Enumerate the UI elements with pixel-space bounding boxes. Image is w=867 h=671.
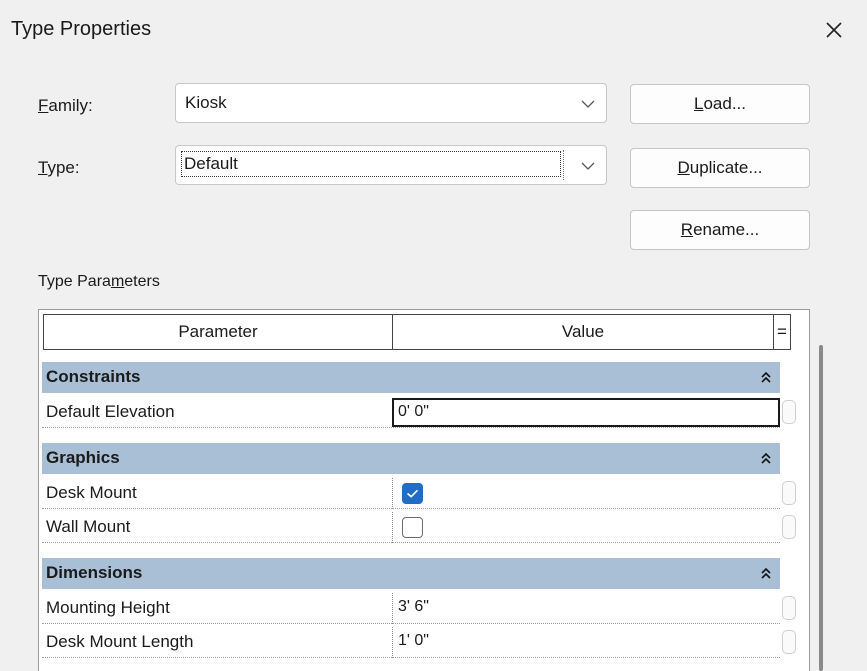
param-row-mounting-height[interactable]: Mounting Height 3' 6" — [42, 593, 796, 624]
column-divider — [392, 512, 393, 543]
param-value: 0' 0" — [398, 403, 429, 420]
duplicate-button[interactable]: Duplicate... — [630, 148, 810, 188]
rename-label: ename... — [693, 220, 760, 239]
param-row-default-elevation[interactable]: Default Elevation 0' 0" — [42, 397, 796, 428]
collapse-icon[interactable] — [757, 564, 775, 582]
section-label-pre: Type Para — [38, 273, 111, 290]
family-label-mnemonic: F — [38, 96, 49, 115]
type-value: Default — [181, 151, 561, 177]
column-divider — [392, 627, 393, 658]
group-name: Graphics — [46, 448, 120, 467]
chevron-down-icon — [581, 162, 595, 170]
load-mnemonic: L — [693, 94, 704, 113]
collapse-icon[interactable] — [757, 449, 775, 467]
dialog-title: Type Properties — [11, 18, 152, 40]
group-name: Dimensions — [46, 563, 143, 582]
associate-parameter-button[interactable] — [782, 630, 796, 654]
param-value[interactable]: 3' 6" — [398, 598, 429, 616]
vertical-scrollbar[interactable] — [819, 345, 823, 671]
type-dropdown[interactable]: Default — [175, 145, 607, 185]
param-name: Desk Mount Length — [46, 632, 194, 651]
group-header-dimensions[interactable]: Dimensions — [42, 558, 780, 589]
type-label: Type: — [38, 158, 80, 178]
checkmark-icon — [406, 489, 419, 498]
rename-mnemonic: R — [680, 220, 694, 239]
type-label-text: ype: — [47, 158, 80, 177]
type-parameters-label: Type Parameters — [38, 273, 160, 291]
group-header-graphics[interactable]: Graphics — [42, 443, 780, 474]
wall-mount-checkbox[interactable] — [402, 517, 423, 538]
duplicate-mnemonic: D — [677, 158, 690, 177]
section-label-post: eters — [124, 273, 160, 290]
value-edit-field[interactable]: 0' 0" — [392, 398, 780, 427]
param-name: Wall Mount — [46, 517, 131, 536]
param-name: Mounting Height — [46, 598, 170, 617]
param-row-desk-mount[interactable]: Desk Mount — [42, 478, 796, 509]
column-header-parameter[interactable]: Parameter — [43, 314, 393, 350]
close-icon — [826, 22, 842, 38]
param-row-wall-mount[interactable]: Wall Mount — [42, 512, 796, 543]
param-name: Desk Mount — [46, 483, 137, 502]
associate-parameter-button[interactable] — [782, 515, 796, 539]
desk-mount-checkbox[interactable] — [402, 483, 423, 504]
family-label-text: amily: — [48, 96, 93, 115]
family-dropdown[interactable]: Kiosk — [175, 83, 607, 123]
rename-button[interactable]: Rename... — [630, 210, 810, 250]
group-header-constraints[interactable]: Constraints — [42, 362, 780, 393]
dropdown-separator — [563, 150, 564, 180]
param-name: Default Elevation — [46, 402, 175, 421]
collapse-icon[interactable] — [757, 368, 775, 386]
close-button[interactable] — [812, 10, 856, 50]
associate-parameter-button[interactable] — [782, 400, 796, 424]
load-button[interactable]: Load... — [630, 84, 810, 124]
param-value[interactable]: 1' 0" — [398, 632, 429, 650]
title-bar: Type Properties — [0, 0, 867, 62]
family-label: Family: — [38, 96, 93, 116]
duplicate-label: uplicate... — [689, 158, 763, 177]
chevron-down-icon — [581, 100, 595, 108]
family-value: Kiosk — [185, 93, 227, 112]
group-name: Constraints — [46, 367, 141, 386]
param-row-desk-mount-length[interactable]: Desk Mount Length 1' 0" — [42, 627, 796, 658]
column-header-value[interactable]: Value — [392, 314, 774, 350]
column-header-formula[interactable]: = — [773, 314, 791, 350]
associate-parameter-button[interactable] — [782, 596, 796, 620]
grid-header: Parameter Value = — [39, 310, 809, 354]
section-label-mnemonic: m — [110, 273, 125, 290]
load-label: oad... — [703, 94, 746, 113]
associate-parameter-button[interactable] — [782, 481, 796, 505]
column-divider — [392, 593, 393, 624]
column-divider — [392, 478, 393, 509]
